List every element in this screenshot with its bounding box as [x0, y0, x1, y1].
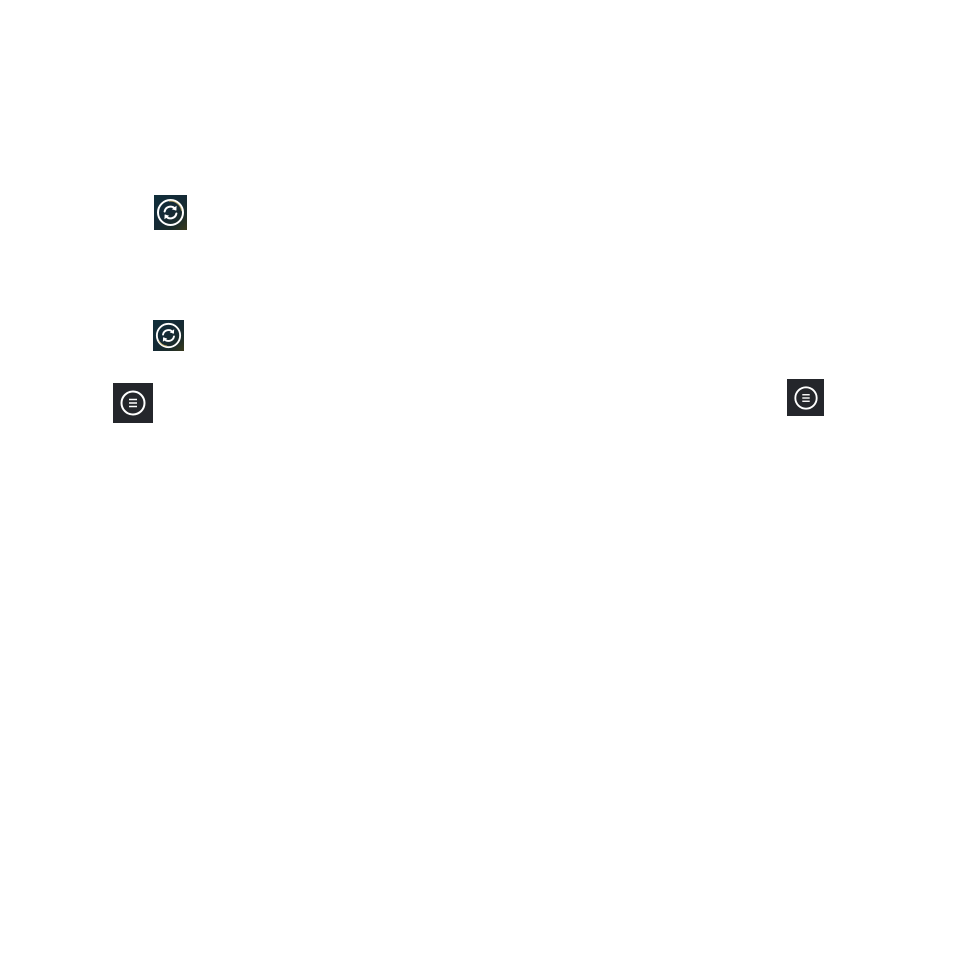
sync-button[interactable]	[153, 320, 184, 351]
menu-circle-icon	[119, 389, 147, 417]
menu-button[interactable]	[787, 379, 824, 416]
sync-icon	[155, 322, 182, 349]
screen-canvas	[0, 0, 964, 964]
sync-icon	[156, 198, 185, 227]
sync-button[interactable]	[154, 195, 187, 230]
menu-button[interactable]	[113, 383, 153, 423]
menu-circle-icon	[793, 385, 819, 411]
